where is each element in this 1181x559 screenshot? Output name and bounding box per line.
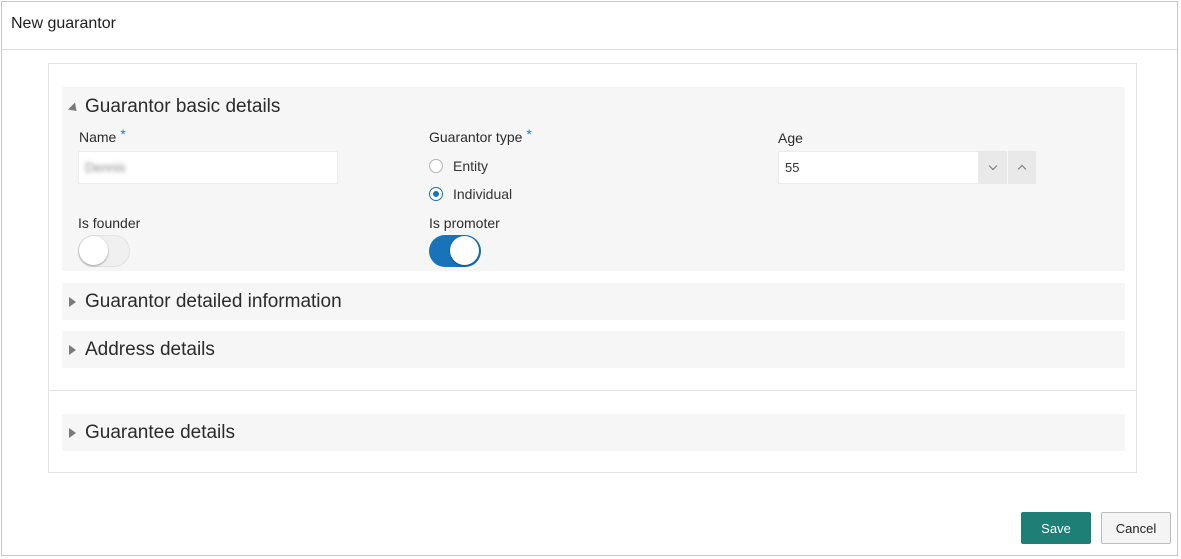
age-value: 55 xyxy=(785,160,800,175)
radio-label-entity: Entity xyxy=(453,158,489,174)
name-input[interactable]: Dennis xyxy=(78,151,338,184)
new-guarantor-dialog: New guarantor Guarantor basic details Na… xyxy=(1,1,1178,556)
caret-right-icon xyxy=(69,345,76,355)
caret-right-icon xyxy=(69,297,76,307)
section-header-detailed[interactable]: Guarantor detailed information xyxy=(69,290,342,314)
caret-down-icon xyxy=(67,101,81,115)
age-increment-button[interactable] xyxy=(1008,151,1036,184)
name-label-text: Name xyxy=(79,129,117,145)
save-button[interactable]: Save xyxy=(1021,512,1091,544)
dialog-title: New guarantor xyxy=(11,15,116,32)
cancel-button[interactable]: Cancel xyxy=(1101,512,1171,544)
required-asterisk: * xyxy=(526,126,532,142)
chevron-up-icon xyxy=(1017,164,1027,174)
section-header-basic-details[interactable]: Guarantor basic details xyxy=(67,95,281,119)
radio-checked-icon[interactable] xyxy=(429,187,443,201)
caret-right-icon xyxy=(69,428,76,438)
radio-unchecked-icon[interactable] xyxy=(429,159,443,173)
guarantor-form-card: Guarantor basic details Name * Dennis Gua… xyxy=(48,63,1137,473)
age-decrement-button[interactable] xyxy=(979,151,1007,184)
is-founder-toggle[interactable] xyxy=(78,235,130,267)
dialog-header: New guarantor xyxy=(2,2,1177,50)
section-divider xyxy=(49,390,1136,391)
section-address-details[interactable]: Address details xyxy=(62,331,1125,368)
section-guarantor-basic-details: Guarantor basic details Name * Dennis Gua… xyxy=(62,87,1125,271)
section-guarantee-details[interactable]: Guarantee details xyxy=(62,414,1125,451)
name-label: Name * xyxy=(79,126,126,145)
radio-option-entity[interactable]: Entity xyxy=(429,158,488,174)
chevron-down-icon xyxy=(988,161,998,171)
section-guarantor-detailed-information[interactable]: Guarantor detailed information xyxy=(62,283,1125,320)
radio-option-individual[interactable]: Individual xyxy=(429,186,512,202)
is-promoter-label: Is promoter xyxy=(429,215,500,231)
age-input[interactable]: 55 xyxy=(778,151,979,184)
section-header-address[interactable]: Address details xyxy=(69,338,215,362)
is-founder-label: Is founder xyxy=(78,215,141,231)
name-value: Dennis xyxy=(85,160,126,175)
toggle-knob xyxy=(450,236,479,265)
age-label: Age xyxy=(778,130,803,146)
required-asterisk: * xyxy=(120,126,126,142)
section-title: Guarantee details xyxy=(85,422,235,443)
guarantor-type-label-text: Guarantor type xyxy=(429,129,523,145)
guarantor-type-label: Guarantor type * xyxy=(429,126,532,145)
section-title: Guarantor detailed information xyxy=(85,291,342,312)
is-promoter-toggle[interactable] xyxy=(429,235,481,267)
section-title: Guarantor basic details xyxy=(85,96,281,117)
radio-label-individual: Individual xyxy=(453,186,513,202)
section-header-guarantee[interactable]: Guarantee details xyxy=(69,421,235,445)
section-title: Address details xyxy=(85,339,215,360)
toggle-knob xyxy=(79,236,108,265)
